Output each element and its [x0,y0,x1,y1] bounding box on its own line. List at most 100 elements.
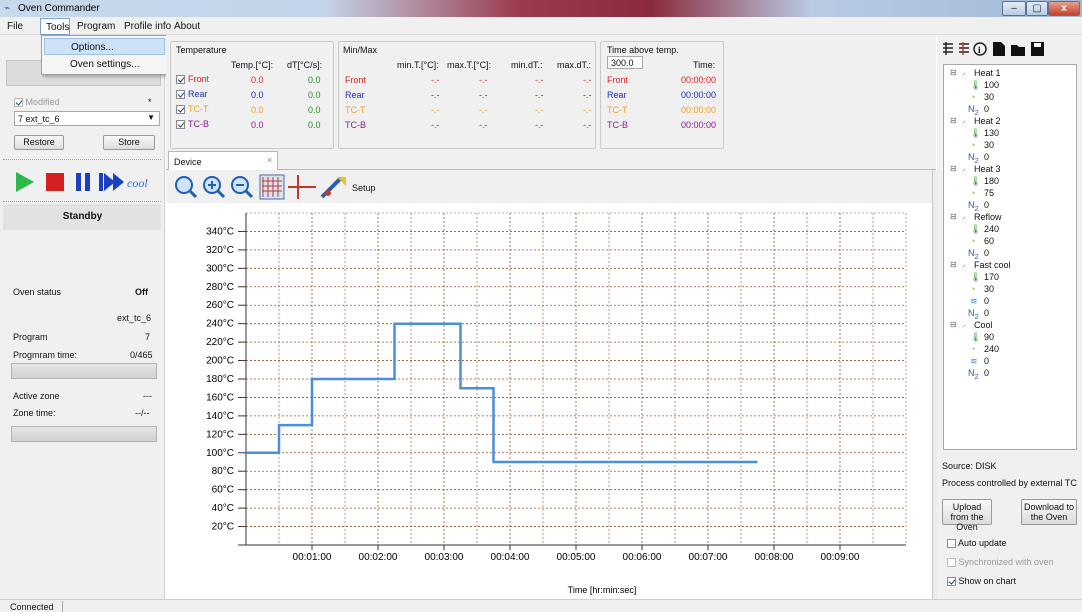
collapse-icon[interactable] [959,42,969,55]
setup-label[interactable]: Setup [352,183,376,193]
nitrogen-icon: N2 [968,152,979,165]
zone-icon: ⸝ [962,320,966,329]
tree-zone[interactable]: Heat 1 [974,68,1001,78]
temp-row-rear[interactable]: Rear [176,89,208,100]
temperature-group: Temperature Temp.[°C]: dT[°C/s]: Front 0.… [170,41,334,149]
zoom-out-icon[interactable] [231,176,254,199]
thermometer-icon: 🌡 [970,332,982,342]
fan-icon: ≋ [970,296,978,306]
minmax-value: -.- [535,90,544,100]
skip-icon[interactable] [99,173,124,191]
chevron-down-icon: ▼ [147,113,155,122]
crosshair-icon[interactable] [288,175,316,199]
play-icon[interactable] [16,172,34,192]
y-tick-label: 180°C [206,374,234,385]
y-tick-label: 120°C [206,429,234,440]
x-axis-label: Time [hr:min:sec] [568,585,637,595]
x-tick-label: 00:01:00 [293,552,332,563]
minmax-value: -.- [431,105,440,115]
readings-area: Temperature Temp.[°C]: dT[°C/s]: Front 0.… [166,35,936,150]
modified-checkbox[interactable]: Modified [14,97,60,108]
tab-device[interactable]: Device × [168,151,278,171]
save-icon[interactable] [1031,42,1044,56]
open-icon[interactable] [1011,45,1025,56]
minimize-button[interactable]: ‒ [1002,1,1026,16]
tree-zone[interactable]: Heat 3 [974,164,1001,174]
time-above-title: Time above temp. [607,45,679,55]
oven-status-value: Off [135,287,148,297]
tree-expander-icon[interactable]: ⊟ [950,320,957,329]
temp-row-tc-t[interactable]: TC-T [176,104,209,115]
thermometer-icon: 🌡 [970,224,982,234]
stop-icon[interactable] [46,173,64,191]
threshold-input[interactable]: 300.0 [607,56,643,69]
zoom-in-icon[interactable] [203,176,226,199]
info-icon[interactable]: i [973,42,987,56]
zone-progress-bar [11,426,157,442]
temp-row-tc-b[interactable]: TC-B [176,119,209,130]
sync-checkbox[interactable]: Synchronized with oven [947,557,1054,568]
active-zone-value: --- [143,391,152,401]
menu-about[interactable]: About [174,21,200,32]
y-tick-label: 100°C [206,448,234,459]
minmax-value: -.- [431,75,440,85]
minmax-title: Min/Max [343,45,378,55]
zone-temp: 170 [984,272,1000,282]
restore-button[interactable]: Restore [14,135,64,150]
minmax-value: -.- [535,120,544,130]
profile-name: ext_tc_6 [117,313,152,323]
tree-zone[interactable]: Fast cool [974,260,1011,270]
menu-item-oven-settings[interactable]: Oven settings... [44,56,165,73]
tree-expander-icon[interactable]: ⊟ [950,68,957,77]
pause-icon[interactable] [76,173,81,191]
maximize-button[interactable]: ▢ [1026,1,1048,16]
tree-zone[interactable]: Heat 2 [974,116,1001,126]
temp-value: 0.0 [251,90,264,100]
menu-profile-info[interactable]: Profile info [124,21,171,32]
cool-icon[interactable]: cool [127,176,148,190]
y-tick-label: 20°C [212,522,234,533]
y-tick-label: 40°C [212,503,234,514]
minmax-value: -.- [583,120,592,130]
download-button[interactable]: Download to the Oven [1021,499,1077,525]
zoom-fit-icon[interactable] [175,176,198,199]
tree-expander-icon[interactable]: ⊟ [950,212,957,221]
expand-icon[interactable] [943,42,953,55]
zone-icon: ⸝ [962,116,966,125]
grid-toggle-icon[interactable] [259,174,285,200]
tree-expander-icon[interactable]: ⊟ [950,260,957,269]
zone-n2: 0 [984,308,990,318]
new-icon[interactable] [993,42,1005,56]
temp-value: 0.0 [251,120,264,130]
show-on-chart-checkbox[interactable]: Show on chart [947,576,1016,587]
tab-close-icon[interactable]: × [267,155,272,165]
zone-temp: 90 [984,332,995,342]
menu-program[interactable]: Program [77,21,115,32]
menu-file[interactable]: File [7,21,23,32]
minmax-group: Min/Max min.T.[°C]: max.T.[°C]: min.dT.:… [338,41,596,149]
menu-bar: File Program Profile info About [0,17,1082,35]
upload-button[interactable]: Upload from the Oven [942,499,992,532]
max-t-header: max.T.[°C]: [447,60,492,70]
tree-expander-icon[interactable]: ⊟ [950,116,957,125]
tree-zone[interactable]: Reflow [974,212,1002,222]
tree-expander-icon[interactable]: ⊟ [950,164,957,173]
minmax-row-label: TC-T [345,105,366,115]
window-title: Oven Commander [18,3,100,14]
auto-update-checkbox[interactable]: Auto update [947,538,1007,549]
minmax-value: -.- [431,90,440,100]
close-button[interactable]: x [1048,1,1080,16]
tools-dropdown: Options... Oven settings... [41,35,168,75]
tree-zone[interactable]: Cool [974,320,993,330]
profile-select[interactable]: 7 ext_tc_6 ▼ [14,111,160,126]
menu-tools[interactable]: Tools [40,18,70,35]
setup-icon[interactable] [320,177,346,199]
menu-item-options[interactable]: Options... [44,38,165,55]
store-button[interactable]: Store [103,135,155,150]
dt-value: 0.0 [308,120,321,130]
max-dt-header: max.dT.: [557,60,592,70]
dt-value: 0.0 [308,90,321,100]
temp-row-front[interactable]: Front [176,74,209,85]
time-above-row-label: TC-B [607,120,628,130]
nitrogen-icon: N2 [968,200,979,213]
